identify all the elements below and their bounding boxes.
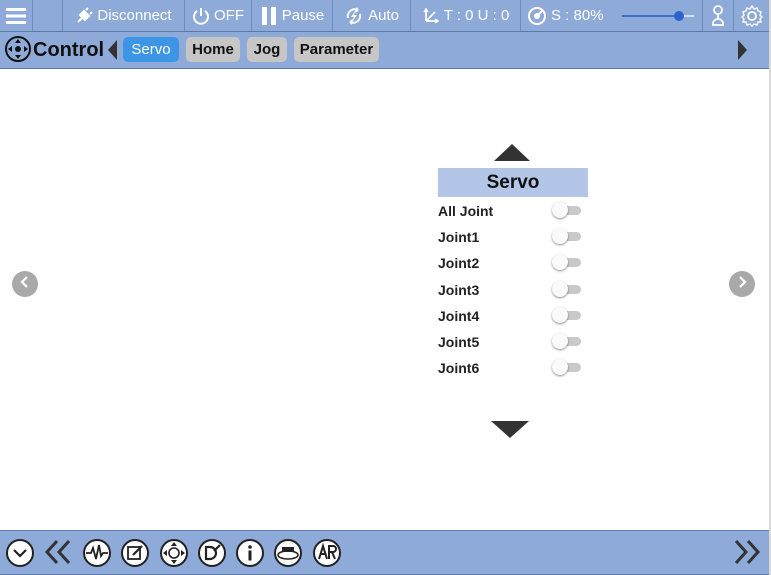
mode-label: Auto	[368, 7, 399, 24]
auto-icon	[344, 6, 364, 26]
waveform-icon[interactable]	[82, 538, 112, 568]
joint3-toggle[interactable]	[552, 281, 584, 297]
disconnect-label: Disconnect	[97, 7, 172, 24]
tab-parameter[interactable]: Parameter	[294, 37, 379, 62]
status-bar: Disconnect OFF Pause Auto T : 0 U : 0 S …	[0, 0, 769, 32]
servo-row-joint3: Joint3	[438, 281, 588, 301]
tabs-scroll-right-icon[interactable]	[736, 39, 748, 66]
settings-button[interactable]	[734, 0, 769, 31]
speed-slider-knob[interactable]	[673, 10, 684, 21]
servo-row-joint6: Joint6	[438, 359, 588, 379]
ar-icon[interactable]	[312, 538, 342, 568]
user-icon	[708, 4, 728, 28]
all-joint-toggle[interactable]	[552, 202, 584, 218]
servo-row-label: Joint1	[438, 229, 480, 245]
menu-button[interactable]	[0, 0, 33, 31]
info-icon[interactable]	[235, 538, 265, 568]
power-button[interactable]: OFF	[185, 0, 252, 31]
pause-icon	[260, 6, 278, 26]
servo-row-label: Joint4	[438, 308, 480, 324]
joint5-toggle[interactable]	[552, 333, 584, 349]
plug-icon	[75, 6, 94, 25]
servo-row-joint5: Joint5	[438, 333, 588, 353]
tab-home[interactable]: Home	[186, 37, 240, 62]
pause-label: Pause	[281, 7, 325, 24]
disconnect-button[interactable]: Disconnect	[63, 0, 185, 31]
servo-row-joint2: Joint2	[438, 254, 588, 274]
status-spacer	[33, 0, 63, 31]
control-nav-bar: Control Servo Home Jog Parameter	[0, 32, 769, 69]
power-label: OFF	[214, 7, 244, 24]
power-icon	[192, 7, 210, 25]
previous-page-button[interactable]	[12, 271, 38, 297]
menu-icon	[5, 6, 27, 26]
program-icon[interactable]	[197, 538, 227, 568]
move-icon[interactable]	[159, 538, 189, 568]
servo-row-label: Joint6	[438, 360, 480, 376]
servo-row-label: Joint2	[438, 255, 480, 271]
chevron-left-icon	[19, 275, 31, 293]
joint1-toggle[interactable]	[552, 228, 584, 244]
speed-slider[interactable]	[621, 10, 694, 22]
user-button[interactable]	[703, 0, 734, 31]
edit-icon[interactable]	[120, 538, 150, 568]
tab-jog[interactable]: Jog	[247, 37, 287, 62]
servo-row-label: Joint3	[438, 282, 480, 298]
servo-list: All Joint Joint1 Joint2 Joint3 Joint4 Jo…	[438, 0, 588, 575]
mode-button[interactable]: Auto	[333, 0, 411, 31]
tab-servo[interactable]: Servo	[123, 37, 179, 62]
axis-icon	[422, 7, 440, 25]
joint6-toggle[interactable]	[552, 359, 584, 375]
servo-row-all-joint: All Joint	[438, 202, 588, 222]
servo-row-joint1: Joint1	[438, 228, 588, 248]
next-page-button[interactable]	[729, 271, 755, 297]
pause-button[interactable]: Pause	[252, 0, 333, 31]
servo-row-label: All Joint	[438, 203, 494, 219]
double-chevron-right-icon[interactable]	[732, 538, 762, 568]
bottom-toolbar	[0, 530, 769, 575]
scroll-down-icon[interactable]	[491, 420, 529, 443]
double-chevron-left-icon[interactable]	[43, 538, 73, 568]
rotate-360-icon[interactable]	[273, 538, 303, 568]
servo-row-label: Joint5	[438, 334, 480, 350]
collapse-icon[interactable]	[5, 538, 35, 568]
servo-row-joint4: Joint4	[438, 307, 588, 327]
joint4-toggle[interactable]	[552, 307, 584, 323]
move-control-icon	[4, 35, 32, 68]
chevron-right-icon	[736, 275, 748, 293]
gear-icon	[740, 4, 763, 27]
tabs-scroll-left-icon[interactable]	[107, 39, 119, 66]
joint2-toggle[interactable]	[552, 254, 584, 270]
page-title: Control	[33, 39, 105, 61]
